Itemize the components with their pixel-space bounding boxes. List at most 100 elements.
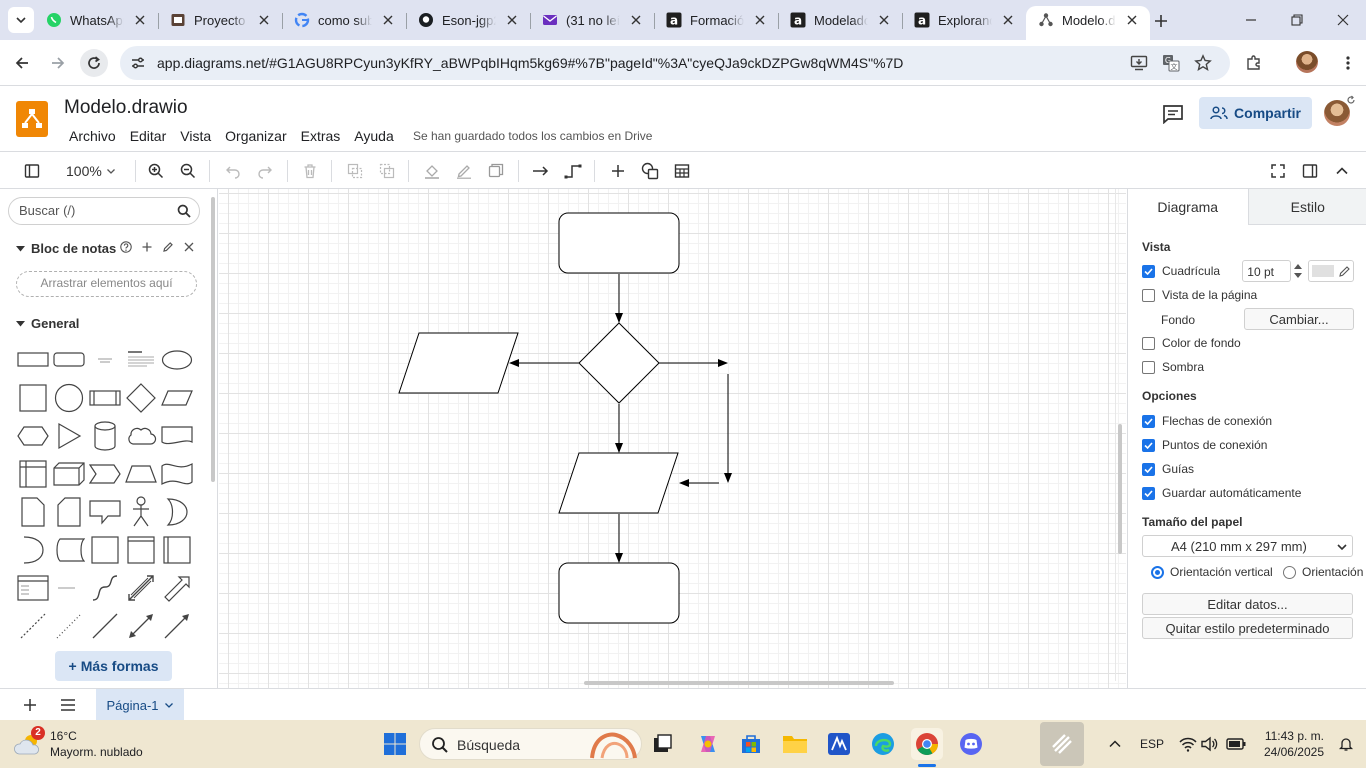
browser-tab[interactable]: a Explorand — [902, 6, 1026, 34]
shape-bidirectional-connector[interactable] — [123, 607, 159, 645]
shape-triangle[interactable] — [51, 417, 87, 455]
zoom-out-button[interactable] — [177, 160, 199, 182]
share-button[interactable]: Compartir — [1199, 97, 1312, 129]
notifications-button[interactable] — [1330, 728, 1362, 760]
sidebar-scrollbar[interactable] — [211, 197, 215, 482]
weather-widget[interactable]: 2 16°C Mayorm. nublado — [14, 726, 154, 762]
autosave-checkbox[interactable] — [1142, 486, 1155, 500]
connection-arrows-checkbox[interactable] — [1142, 414, 1155, 428]
menu-vista[interactable]: Vista — [173, 127, 218, 145]
reload-button[interactable] — [80, 49, 108, 77]
taskbar-task-view[interactable] — [646, 728, 678, 760]
comments-button[interactable] — [1160, 101, 1186, 127]
shape-and[interactable] — [15, 531, 51, 569]
address-bar[interactable]: app.diagrams.net/#G1AGU8RPCyun3yKfRY_aBW… — [120, 46, 1230, 80]
shape-rectangle[interactable] — [15, 341, 51, 379]
close-icon[interactable] — [1124, 12, 1140, 28]
shape-dotted-line[interactable] — [51, 607, 87, 645]
decision-diamond[interactable] — [578, 322, 660, 404]
shape-search[interactable] — [8, 197, 200, 225]
shape-actor[interactable] — [123, 493, 159, 531]
shape-hexagon[interactable] — [15, 417, 51, 455]
close-icon[interactable] — [132, 12, 148, 28]
taskbar-file-explorer[interactable] — [779, 728, 811, 760]
shape-callout[interactable] — [87, 493, 123, 531]
shape-horizontal-container[interactable] — [123, 531, 159, 569]
install-app-icon[interactable] — [1129, 53, 1149, 73]
browser-tab[interactable]: WhatsApp — [34, 6, 158, 34]
shape-diamond[interactable] — [123, 379, 159, 417]
search-input[interactable] — [19, 203, 169, 218]
edit-pencil-icon[interactable] — [162, 241, 174, 253]
taskbar-clock[interactable]: 11:43 p. m. 24/06/2025 — [1258, 728, 1324, 760]
browser-tab[interactable]: a Formación — [654, 6, 778, 34]
search-icon[interactable] — [177, 204, 191, 218]
grid-color-picker[interactable] — [1308, 260, 1354, 282]
shape-internal-storage[interactable] — [15, 455, 51, 493]
shape-textbox[interactable] — [123, 341, 159, 379]
browser-tab[interactable]: a Modelado — [778, 6, 902, 34]
bookmark-star-icon[interactable] — [1193, 53, 1213, 73]
shape-data-storage[interactable] — [51, 531, 87, 569]
close-window-button[interactable] — [1320, 0, 1366, 40]
shape-list-item[interactable] — [51, 569, 87, 607]
table-button[interactable] — [671, 160, 693, 182]
diagram-canvas[interactable] — [219, 189, 1126, 688]
notepad-dropzone[interactable]: Arrastrar elementos aquí — [16, 271, 197, 297]
back-button[interactable] — [8, 49, 36, 77]
grid-checkbox[interactable] — [1142, 264, 1155, 278]
new-tab-button[interactable] — [1148, 8, 1174, 34]
menu-extras[interactable]: Extras — [294, 127, 348, 145]
page-tab[interactable]: Página-1 — [96, 689, 184, 721]
fill-color-button[interactable] — [421, 160, 443, 182]
fullscreen-button[interactable] — [1267, 160, 1289, 182]
bg-color-checkbox[interactable] — [1142, 336, 1155, 350]
shape-square[interactable] — [15, 379, 51, 417]
close-icon[interactable] — [256, 12, 272, 28]
shape-cloud[interactable] — [123, 417, 159, 455]
end-terminal[interactable] — [558, 562, 680, 624]
shape-text[interactable] — [87, 341, 123, 379]
shape-bidirectional-arrow[interactable] — [123, 569, 159, 607]
input-language[interactable]: ESP — [1140, 737, 1164, 751]
add-page-button[interactable] — [19, 694, 41, 716]
zoom-in-button[interactable] — [145, 160, 167, 182]
plus-icon[interactable] — [141, 241, 153, 253]
save-status[interactable]: Se han guardado todos los cambios en Dri… — [413, 129, 652, 143]
tab-estilo[interactable]: Estilo — [1247, 189, 1366, 225]
shape-dashed-line[interactable] — [15, 607, 51, 645]
taskbar-chrome[interactable] — [911, 728, 943, 760]
close-icon[interactable] — [628, 12, 644, 28]
close-icon[interactable] — [752, 12, 768, 28]
shape-line[interactable] — [87, 607, 123, 645]
close-icon[interactable] — [876, 12, 892, 28]
tab-diagrama[interactable]: Diagrama — [1128, 189, 1248, 225]
taskbar-pinned-app[interactable] — [1040, 722, 1084, 766]
browser-tab-active[interactable]: Modelo.d — [1026, 6, 1150, 40]
spinner-icon[interactable] — [1292, 261, 1304, 281]
close-icon[interactable] — [504, 12, 520, 28]
shape-step[interactable] — [87, 455, 123, 493]
translate-icon[interactable]: G文 — [1161, 53, 1181, 73]
shape-curve[interactable] — [87, 569, 123, 607]
pages-menu-button[interactable] — [57, 694, 79, 716]
shape-or[interactable] — [159, 493, 195, 531]
start-terminal[interactable] — [558, 212, 680, 274]
shape-cube[interactable] — [51, 455, 87, 493]
forward-button[interactable] — [44, 49, 72, 77]
line-color-button[interactable] — [453, 160, 475, 182]
portrait-option[interactable]: Orientación vertical — [1151, 565, 1273, 579]
site-info-icon[interactable] — [126, 51, 150, 75]
menu-ayuda[interactable]: Ayuda — [347, 127, 400, 145]
chrome-profile-avatar[interactable] — [1296, 51, 1318, 73]
grid-option[interactable]: Cuadrícula — [1142, 264, 1220, 278]
shape-trapezoid[interactable] — [123, 455, 159, 493]
browser-tab[interactable]: Proyecto — [158, 6, 282, 34]
page-view-option[interactable]: Vista de la página — [1142, 288, 1257, 302]
browser-tab[interactable]: como sub — [282, 6, 406, 34]
shapes-button[interactable] — [639, 160, 661, 182]
taskbar-discord[interactable] — [955, 728, 987, 760]
document-title[interactable]: Modelo.drawio — [64, 97, 188, 119]
chrome-menu-button[interactable] — [1334, 49, 1362, 77]
notepad-header[interactable]: Bloc de notas — [16, 241, 116, 256]
